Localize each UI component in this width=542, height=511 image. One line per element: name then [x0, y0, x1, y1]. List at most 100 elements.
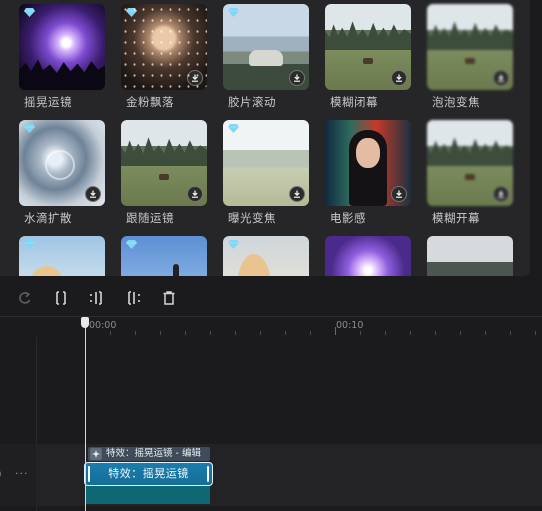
effect-tile[interactable]: 跟随运镜: [121, 120, 207, 225]
ruler-tick: [135, 331, 136, 335]
ruler-tick: [285, 331, 286, 335]
trim-left-icon[interactable]: [89, 290, 105, 306]
download-icon[interactable]: [493, 70, 509, 86]
clip-right-handle[interactable]: [207, 466, 209, 482]
ruler-tick: [260, 331, 261, 335]
effect-thumbnail: [223, 236, 309, 276]
thumbnail-detail: [427, 21, 513, 50]
split-icon[interactable]: [53, 290, 69, 306]
download-icon[interactable]: [289, 70, 305, 86]
effect-tile-label: 金粉飘落: [126, 95, 174, 109]
effect-tile[interactable]: [427, 236, 513, 276]
effect-tile[interactable]: 水滴扩散: [19, 120, 105, 225]
effect-tile[interactable]: 模糊闭幕: [325, 4, 411, 109]
effect-track: [0, 444, 542, 506]
diamond-icon: [24, 124, 35, 133]
download-icon[interactable]: [391, 186, 407, 202]
thumbnail-detail: [173, 264, 179, 276]
effect-tile-label: 摇晃运镜: [24, 95, 72, 109]
effect-thumbnail: [121, 4, 207, 90]
effect-thumbnail: [223, 4, 309, 90]
effect-thumbnail: [427, 236, 513, 276]
effect-tile[interactable]: [325, 236, 411, 276]
thumbnail-detail: [159, 174, 169, 180]
playhead-handle[interactable]: [81, 317, 89, 328]
diamond-icon: [126, 8, 137, 17]
effect-clip-label: 特效：摇晃运镜: [108, 467, 189, 480]
clip-left-handle[interactable]: [88, 466, 90, 482]
effect-thumbnail: [121, 120, 207, 206]
effect-thumbnail: [223, 120, 309, 206]
thumbnail-detail: [237, 254, 271, 276]
thumbnail-detail: [325, 21, 411, 50]
ruler-label-10s: 00:10: [336, 320, 364, 331]
effects-panel: 摇晃运镜 金粉飘落 胶片滚动 模糊闭幕 泡泡变焦水滴扩散 跟随运镜 曝光变焦 电影感 模糊开幕: [0, 0, 530, 276]
effect-tile-label: 模糊开幕: [432, 211, 480, 225]
ruler-tick: [160, 331, 161, 335]
ruler-tick: [535, 331, 536, 335]
effect-thumbnail: [19, 4, 105, 90]
effect-tile-label: 胶片滚动: [228, 95, 276, 109]
download-icon[interactable]: [85, 186, 101, 202]
effect-tile[interactable]: 摇晃运镜: [19, 4, 105, 109]
effect-tile[interactable]: 模糊开幕: [427, 120, 513, 225]
effect-thumbnail: [325, 236, 411, 276]
effect-thumbnail: [19, 120, 105, 206]
ruler-tick: [510, 331, 511, 335]
effect-tile[interactable]: [121, 236, 207, 276]
effect-thumbnail: [427, 120, 513, 206]
diamond-icon: [24, 240, 35, 249]
thumbnail-detail: [465, 58, 475, 64]
effect-tile-label: 跟随运镜: [126, 211, 174, 225]
effect-thumbnail: [325, 4, 411, 90]
ruler-tick: [435, 331, 436, 335]
download-icon[interactable]: [493, 186, 509, 202]
effect-tile[interactable]: 胶片滚动: [223, 4, 309, 109]
effect-tile-label: 模糊闭幕: [330, 95, 378, 109]
track-visibility-icon[interactable]: ): [0, 470, 2, 480]
ruler-tick: [185, 331, 186, 335]
ruler-tick: [410, 331, 411, 335]
effect-tile[interactable]: 电影感: [325, 120, 411, 225]
diamond-icon: [228, 240, 239, 249]
effect-thumbnail: [19, 236, 105, 276]
clip-edit-tag[interactable]: 特效：摇晃运镜 - 编辑: [88, 447, 210, 461]
ruler-tick: [460, 331, 461, 335]
ruler-tick: [335, 327, 336, 335]
delete-icon[interactable]: [161, 290, 177, 306]
effect-icon: [90, 448, 102, 460]
effect-tile-label: 曝光变焦: [228, 211, 276, 225]
effect-tile[interactable]: [19, 236, 105, 276]
thumbnail-detail: [27, 266, 67, 276]
diamond-icon: [228, 8, 239, 17]
effect-tile[interactable]: 曝光变焦: [223, 120, 309, 225]
thumbnail-detail: [45, 150, 75, 180]
download-icon[interactable]: [187, 70, 203, 86]
trim-right-icon[interactable]: [125, 290, 141, 306]
download-icon[interactable]: [289, 186, 305, 202]
timeline-toolbar: [0, 285, 542, 313]
thumbnail-detail: [427, 137, 513, 166]
thumbnail-detail: [356, 138, 380, 168]
diamond-icon: [126, 240, 137, 249]
effect-tile-label: 泡泡变焦: [432, 95, 480, 109]
download-icon[interactable]: [391, 70, 407, 86]
track-more-icon[interactable]: ···: [15, 467, 29, 480]
download-icon[interactable]: [187, 186, 203, 202]
playhead-line: [85, 317, 86, 511]
ruler-tick: [385, 331, 386, 335]
effect-tile[interactable]: 泡泡变焦: [427, 4, 513, 109]
effect-tile[interactable]: [223, 236, 309, 276]
effect-clip[interactable]: 特效：摇晃运镜: [84, 462, 213, 486]
ruler-label-start: 00:00: [89, 320, 117, 331]
clip-underlay: [86, 486, 210, 504]
diamond-icon: [24, 8, 35, 17]
effect-thumbnail: [121, 236, 207, 276]
effect-tile-label: 电影感: [330, 211, 366, 225]
effect-tile[interactable]: 金粉飘落: [121, 4, 207, 109]
undo-icon[interactable]: [17, 290, 33, 306]
thumbnail-detail: [121, 137, 207, 166]
ruler-tick: [360, 331, 361, 335]
effect-tile-label: 水滴扩散: [24, 211, 72, 225]
clip-edit-tag-label: 特效：摇晃运镜 - 编辑: [106, 448, 201, 459]
